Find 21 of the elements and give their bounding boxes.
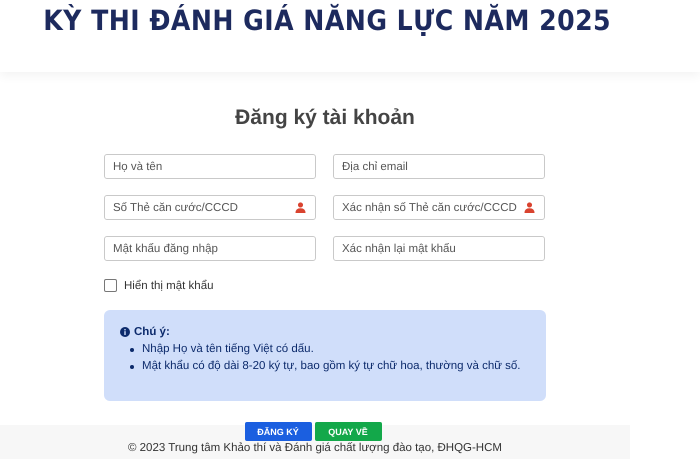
form-title: Đăng ký tài khoản — [234, 106, 416, 130]
checkbox[interactable] — [104, 279, 117, 292]
checkbox-label: Hiển thị mật khẩu — [124, 280, 214, 292]
note-text: Nhập Họ và tên tiếng Việt có dấu. — [142, 342, 314, 357]
bullet-icon — [130, 364, 134, 368]
note-title: Chú ý: — [134, 326, 170, 338]
input-field[interactable]: Địa chỉ email — [333, 154, 545, 179]
footer-text: © 2023 Trung tâm Khảo thí và Đánh giá chất lượng đào tạo, ĐHQG-HCM — [128, 442, 502, 454]
page-title: KỲ THI ĐÁNH GIÁ NĂNG LỰC NĂM 2025 — [42, 2, 612, 37]
user-icon — [295, 202, 306, 213]
input-field[interactable]: Mật khẩu đăng nhập — [104, 236, 316, 261]
input-field[interactable]: Xác nhận số Thẻ căn cước/CCCD — [333, 195, 545, 220]
bullet-icon — [130, 348, 134, 352]
input-field[interactable]: Họ và tên — [104, 154, 316, 179]
note-text: Mật khẩu có độ dài 8-20 ký tự, bao gồm ký tự chữ hoa, thường và chữ số. — [142, 358, 520, 374]
info-icon — [120, 327, 130, 337]
input-field[interactable]: Xác nhận lại mật khẩu — [333, 236, 545, 261]
form-button[interactable]: QUAY VỀ — [314, 422, 382, 441]
user-icon — [524, 202, 535, 213]
form-button[interactable]: ĐĂNG KÝ — [244, 422, 312, 441]
input-field[interactable]: Số Thẻ căn cước/CCCD — [104, 195, 316, 220]
